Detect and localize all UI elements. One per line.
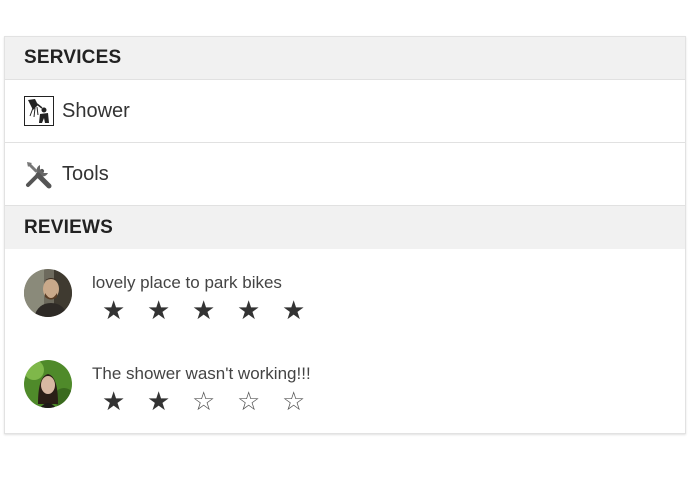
star-filled-icon: ★ <box>237 296 261 326</box>
star-rating: ★ ★ ☆ ☆ ☆ <box>102 386 327 418</box>
review-item: lovely place to park bikes ★ ★ ★ ★ ★ <box>5 269 685 329</box>
star-filled-icon: ★ <box>192 296 216 326</box>
shower-icon <box>24 96 54 126</box>
star-rating: ★ ★ ★ ★ ★ <box>102 295 327 327</box>
star-filled-icon: ★ <box>147 387 171 417</box>
star-filled-icon: ★ <box>102 387 126 417</box>
service-label-tools: Tools <box>62 162 109 185</box>
reviews-header: REVIEWS <box>5 206 685 249</box>
service-item-tools[interactable]: Tools <box>5 143 685 206</box>
avatar <box>24 269 72 317</box>
services-header: SERVICES <box>5 37 685 80</box>
service-item-shower[interactable]: Shower <box>5 80 685 143</box>
star-empty-icon: ☆ <box>282 387 306 417</box>
star-filled-icon: ★ <box>102 296 126 326</box>
tools-icon <box>24 159 54 189</box>
star-filled-icon: ★ <box>282 296 306 326</box>
star-empty-icon: ☆ <box>192 387 216 417</box>
star-empty-icon: ☆ <box>237 387 261 417</box>
review-text: lovely place to park bikes <box>92 273 282 292</box>
star-filled-icon: ★ <box>147 296 171 326</box>
review-item: The shower wasn't working!!! ★ ★ ☆ ☆ ☆ <box>5 360 685 420</box>
service-label-shower: Shower <box>62 99 130 122</box>
services-reviews-card: SERVICES Shower Tools REVIEWS lovely pla… <box>4 36 686 434</box>
review-text: The shower wasn't working!!! <box>92 364 311 383</box>
avatar <box>24 360 72 408</box>
